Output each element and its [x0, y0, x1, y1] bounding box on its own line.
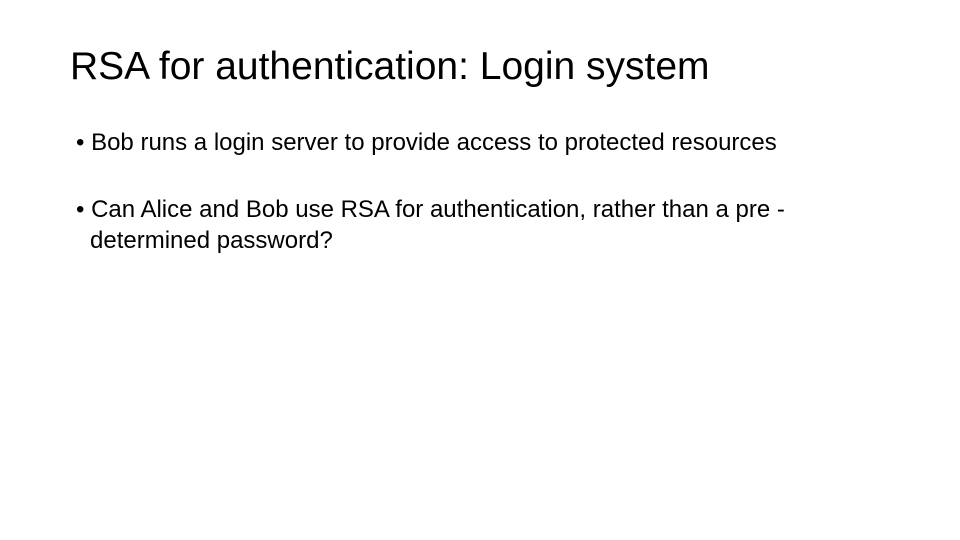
- slide-title: RSA for authentication: Login system: [70, 44, 890, 91]
- slide: RSA for authentication: Login system Bob…: [0, 0, 960, 256]
- bullet-item: Bob runs a login server to provide acces…: [70, 127, 890, 158]
- bullet-list: Bob runs a login server to provide acces…: [70, 127, 890, 257]
- bullet-item: Can Alice and Bob use RSA for authentica…: [70, 194, 890, 256]
